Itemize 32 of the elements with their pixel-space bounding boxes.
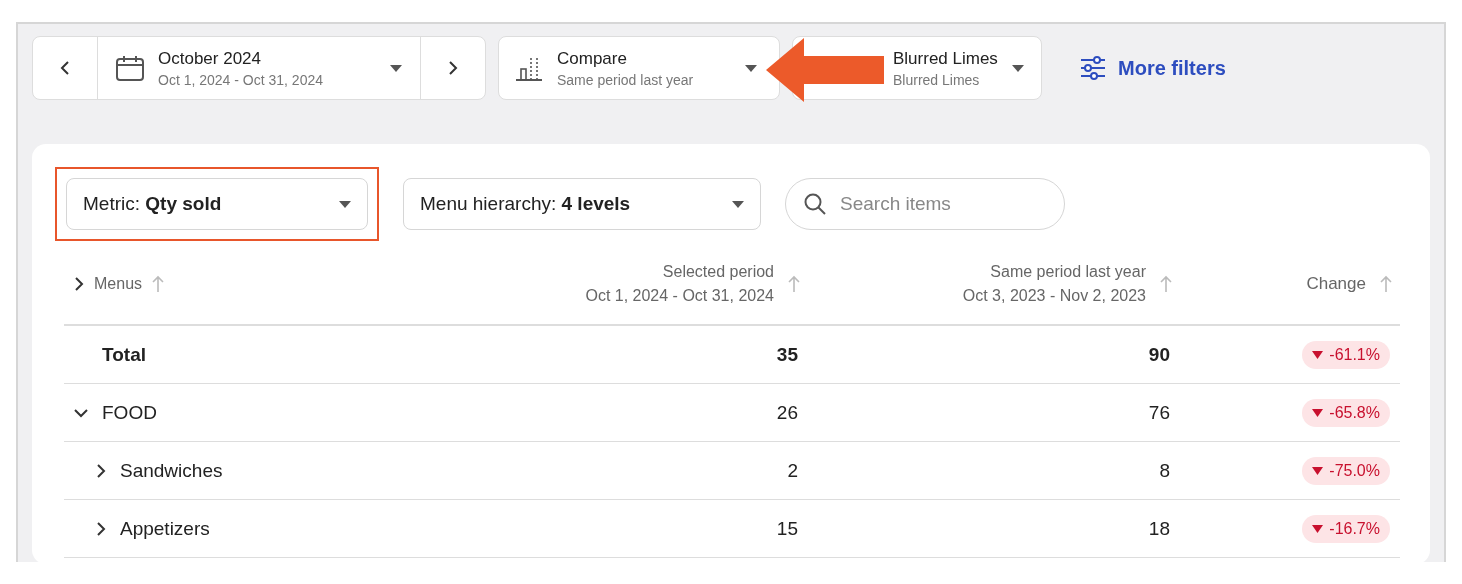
column-subheader: Oct 3, 2023 - Nov 2, 2023 <box>962 287 1146 305</box>
column-header[interactable]: Selected period <box>662 263 774 281</box>
dropdown[interactable]: Menu hierarchy: 4 levels <box>403 178 761 230</box>
table-cell-text: 35 <box>776 343 799 366</box>
menu-name: Sandwiches <box>120 459 223 482</box>
more-filters-button[interactable]: More filters <box>1074 55 1232 81</box>
table-cell-text: 18 <box>1148 517 1171 540</box>
table-cell-text: 26 <box>776 401 799 424</box>
compare-subtitle: Same period last year <box>557 71 695 88</box>
change-badge: -61.1% <box>1302 340 1390 369</box>
compare-dropdown[interactable]: Compare Same period last year <box>498 36 780 100</box>
location-subtitle: Blurred Limes <box>893 71 981 88</box>
dropdown[interactable]: Metric: Qty sold <box>66 178 368 230</box>
table-cell-text: 2 <box>787 459 799 482</box>
location-title: Blurred Limes <box>893 48 998 69</box>
period-range: Oct 1, 2024 - Oct 31, 2024 <box>158 71 324 88</box>
change-badge: -75.0% <box>1302 456 1390 485</box>
period-title: October 2024 <box>158 48 262 69</box>
menu-name: Appetizers <box>120 517 210 540</box>
table-cell-text: 15 <box>776 517 799 540</box>
table-cell-text: 76 <box>1148 401 1171 424</box>
menu-name: FOOD <box>102 401 157 424</box>
table-cell-text: 90 <box>1148 343 1171 366</box>
change-badge: -16.7% <box>1302 514 1390 543</box>
menu-name: Total <box>102 343 146 366</box>
column-header[interactable]: Change <box>1306 274 1366 294</box>
compare-title: Compare <box>557 48 628 69</box>
column-header[interactable]: Same period last year <box>990 263 1146 281</box>
column-header[interactable]: Menus <box>94 275 143 293</box>
table-cell-text: 8 <box>1159 459 1171 482</box>
change-badge: -65.8% <box>1302 398 1390 427</box>
column-subheader: Oct 1, 2024 - Oct 31, 2024 <box>585 287 774 305</box>
